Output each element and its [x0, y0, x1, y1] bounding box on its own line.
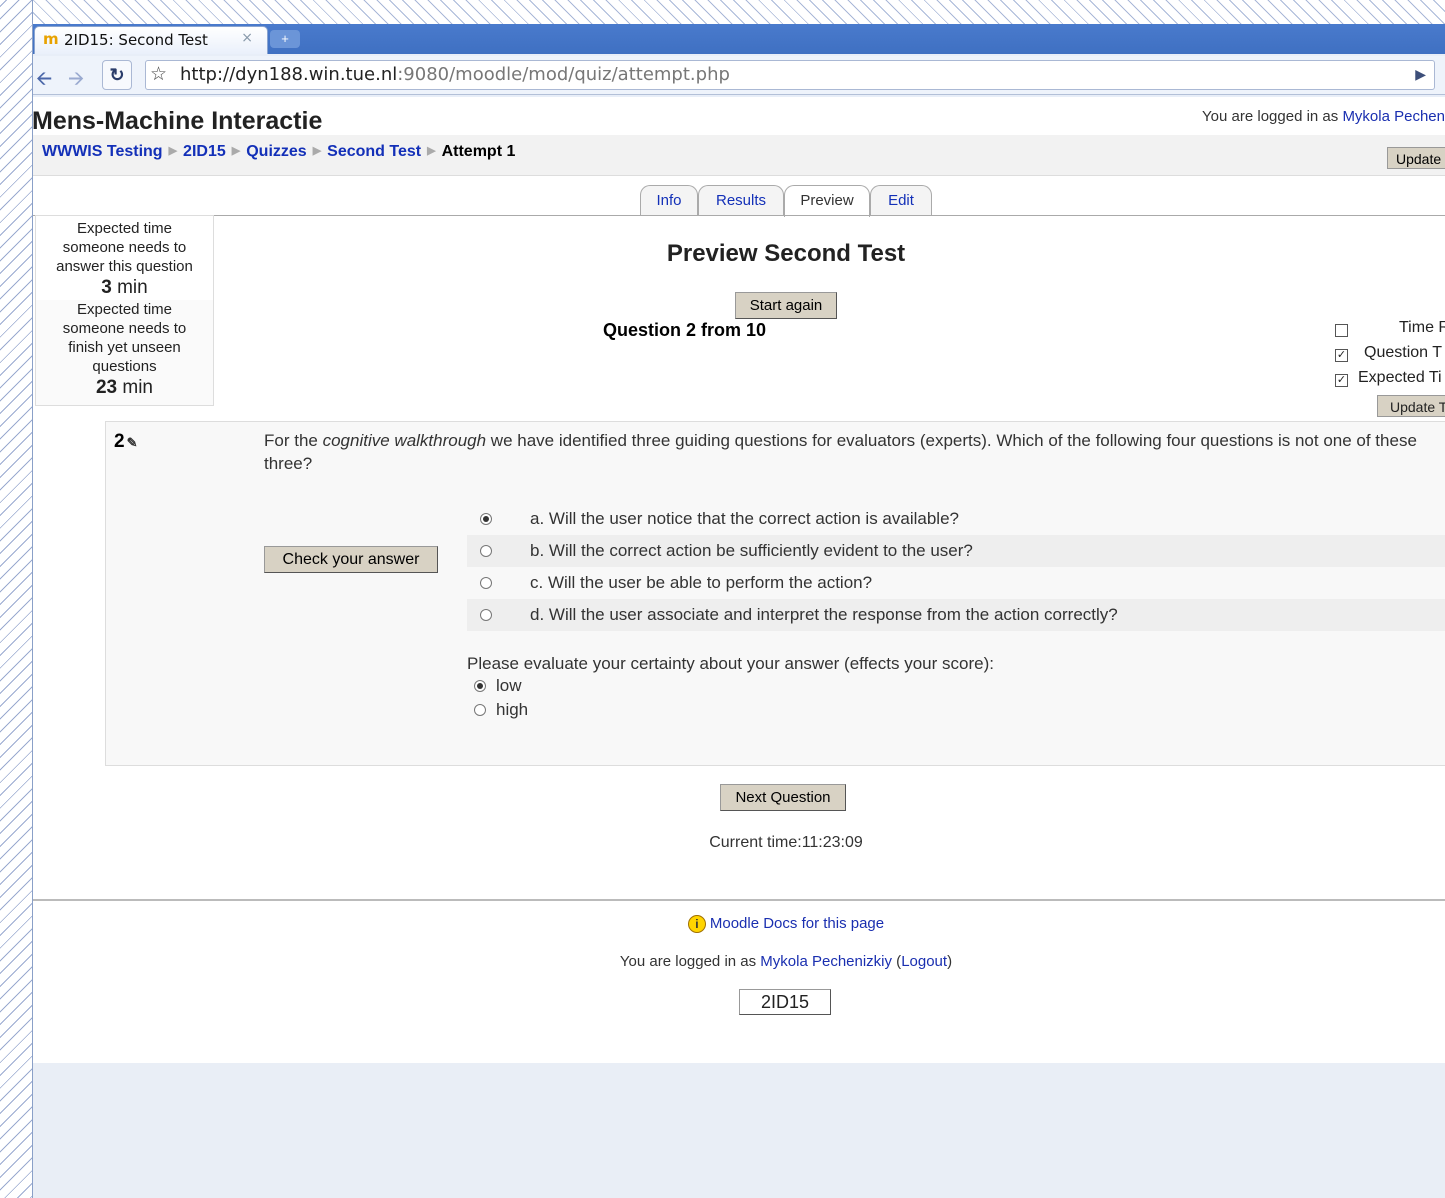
answer-option[interactable]: b. Will the correct action be sufficient… — [467, 535, 1445, 567]
certainty-radio[interactable] — [474, 680, 486, 692]
sidebar-label: Expected time — [76, 301, 173, 318]
close-tab-icon[interactable]: × — [241, 30, 253, 46]
sidebar-label: Expected time — [76, 220, 173, 237]
time-checkbox[interactable] — [1335, 324, 1348, 337]
login-info-header: You are logged in as Mykola Pechen — [1202, 108, 1445, 125]
answer-label: c. Will the user be able to perform the … — [530, 573, 873, 592]
update-settings-button[interactable]: Update T — [1377, 395, 1445, 417]
expected-time-checkbox[interactable]: ✓ — [1335, 374, 1348, 387]
answer-option[interactable]: a. Will the user notice that the correct… — [467, 503, 1445, 535]
answer-radio[interactable] — [480, 577, 492, 589]
page-title: Preview Second Test — [666, 240, 906, 267]
setting-label: Question T — [1364, 344, 1442, 361]
certainty-radio[interactable] — [474, 704, 486, 716]
question-number: 2 ✎ — [114, 431, 138, 452]
setting-label: Expected Ti — [1358, 369, 1442, 386]
edit-pencil-icon[interactable]: ✎ — [127, 435, 138, 450]
browser-tab[interactable]: m 2ID15: Second Test × — [34, 26, 268, 54]
current-time: Current time:11:23:09 — [709, 834, 863, 851]
answer-label: d. Will the user associate and interpret… — [530, 605, 1118, 624]
footer-user-link[interactable]: Mykola Pechenizkiy — [760, 953, 892, 970]
breadcrumb-site[interactable]: WWWIS Testing — [42, 143, 163, 160]
docs-footer: i Moodle Docs for this page — [32, 915, 1445, 934]
sidebar-label: questions — [92, 358, 157, 375]
sidebar-label: someone needs to — [62, 320, 187, 337]
breadcrumb-separator-icon: ▶ — [168, 145, 178, 157]
question-time-value: 3 min — [101, 277, 148, 298]
back-arrow-icon[interactable]: 🡨 — [36, 64, 52, 98]
question-text: For the cognitive walkthrough we have id… — [264, 431, 1417, 473]
breadcrumb-quizzes[interactable]: Quizzes — [246, 143, 306, 160]
answer-label: a. Will the user notice that the correct… — [530, 509, 959, 528]
logout-link[interactable]: Logout — [901, 953, 947, 970]
certainty-label: low — [496, 676, 522, 695]
browser-toolbar: 🡨 🡪 ↻ ☆ http://dyn188.win.tue.nl:9080/mo… — [32, 56, 1445, 95]
answer-radio[interactable] — [480, 513, 492, 525]
footer-divider — [32, 899, 1445, 901]
question-counter: Question 2 from 10 — [603, 320, 767, 340]
tab-preview[interactable]: Preview — [784, 185, 870, 217]
start-again-button[interactable]: Start again — [735, 292, 837, 319]
answer-radio[interactable] — [480, 545, 492, 557]
breadcrumb: WWWIS Testing ▶ 2ID15 ▶ Quizzes ▶ Second Test ▶… — [42, 143, 515, 161]
address-bar[interactable]: ☆ http://dyn188.win.tue.nl:9080/moodle/m… — [145, 60, 1435, 90]
login-info-footer: You are logged in as Mykola Pechenizkiy … — [619, 953, 953, 970]
answer-label: b. Will the correct action be sufficient… — [530, 541, 973, 560]
certainty-label: high — [496, 700, 529, 719]
breadcrumb-current: Attempt 1 — [441, 143, 516, 160]
next-question-button[interactable]: Next Question — [720, 784, 846, 811]
page-menu-icon[interactable]: ▶ — [1415, 67, 1426, 83]
breadcrumb-quiz[interactable]: Second Test — [327, 143, 421, 160]
moodle-page: Mens-Machine Interactie You are logged i… — [32, 97, 1445, 1063]
page-background — [32, 1063, 1445, 1198]
certainty-prompt: Please evaluate your certainty about you… — [467, 654, 994, 673]
question-box: 2 ✎ For the cognitive walkthrough we have… — [105, 421, 1445, 766]
certainty-option-high[interactable]: high — [467, 698, 994, 722]
moodle-docs-link[interactable]: Moodle Docs for this page — [710, 915, 884, 932]
url-text: http://dyn188.win.tue.nl:9080/moodle/mod… — [180, 64, 730, 85]
torn-top-edge — [0, 0, 1445, 24]
new-tab-button[interactable]: + — [270, 30, 300, 48]
breadcrumb-course[interactable]: 2ID15 — [183, 143, 226, 160]
tab-info[interactable]: Info — [640, 185, 698, 215]
user-link[interactable]: Mykola Pechen — [1342, 108, 1445, 125]
site-title: Mens-Machine Interactie — [32, 107, 323, 135]
answer-list: a. Will the user notice that the correct… — [467, 503, 1445, 631]
check-answer-button[interactable]: Check your answer — [264, 546, 438, 573]
answer-option[interactable]: c. Will the user be able to perform the … — [467, 567, 1445, 599]
bookmark-star-icon[interactable]: ☆ — [150, 63, 167, 85]
breadcrumb-separator-icon: ▶ — [312, 145, 322, 157]
forward-arrow-icon[interactable]: 🡪 — [68, 64, 84, 98]
breadcrumb-separator-icon: ▶ — [427, 145, 436, 157]
answer-radio[interactable] — [480, 609, 492, 621]
tab-edit[interactable]: Edit — [870, 185, 932, 215]
info-icon: i — [687, 915, 706, 934]
tab-results[interactable]: Results — [698, 185, 784, 215]
navbar: WWWIS Testing ▶ 2ID15 ▶ Quizzes ▶ Second Test ▶… — [32, 135, 1445, 176]
sidebar-label: finish yet unseen — [68, 339, 181, 356]
question-time-checkbox[interactable]: ✓ — [1335, 349, 1348, 362]
torn-left-edge — [0, 0, 33, 1198]
course-home-button[interactable]: 2ID15 — [739, 989, 831, 1015]
tabs-baseline — [32, 215, 1445, 216]
answer-option[interactable]: d. Will the user associate and interpret… — [467, 599, 1445, 631]
certainty-option-low[interactable]: low — [467, 674, 994, 698]
remaining-time-value: 23 min — [95, 377, 154, 398]
tab-title: 2ID15: Second Test — [64, 31, 208, 49]
certainty-section: Please evaluate your certainty about you… — [467, 654, 994, 722]
reload-icon[interactable]: ↻ — [102, 60, 132, 90]
moodle-favicon-icon: m — [43, 30, 59, 48]
breadcrumb-separator-icon: ▶ — [231, 145, 241, 157]
setting-label: Time R — [1399, 319, 1445, 336]
update-quiz-button[interactable]: Update — [1387, 147, 1445, 169]
